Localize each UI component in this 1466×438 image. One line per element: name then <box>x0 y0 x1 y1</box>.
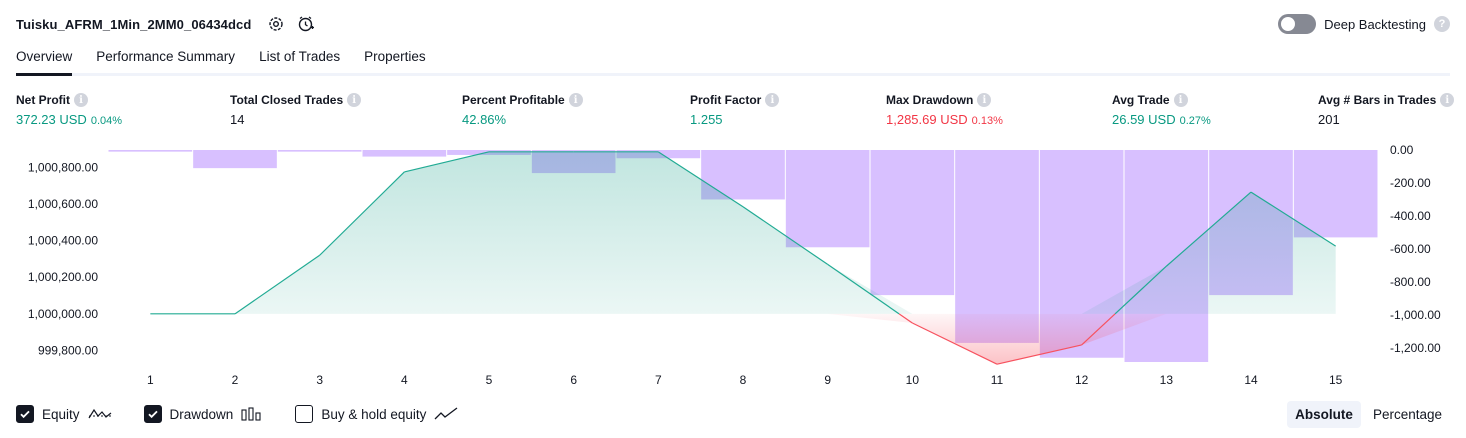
metric-value: 1,285.69 USD <box>886 112 968 127</box>
drawdown-bars-icon <box>241 407 263 421</box>
x-axis-tick: 9 <box>824 373 831 387</box>
left-axis-tick: 1,000,600.00 <box>28 197 98 211</box>
drawdown-checkbox[interactable] <box>143 405 162 423</box>
drawdown-bar-4 <box>362 150 447 157</box>
x-axis-tick: 4 <box>401 373 408 387</box>
tab-properties[interactable]: Properties <box>364 44 426 73</box>
legend-drawdown[interactable]: Drawdown <box>143 405 264 423</box>
x-axis-tick: 10 <box>906 373 920 387</box>
x-axis-tick: 5 <box>486 373 493 387</box>
metric-label: Avg # Bars in Trades <box>1318 93 1437 107</box>
info-icon[interactable]: i <box>977 93 992 107</box>
metric-label: Avg Trade <box>1112 93 1170 107</box>
deep-backtesting-label: Deep Backtesting <box>1324 16 1426 32</box>
buy-hold-line-icon <box>434 407 458 421</box>
drawdown-bar-9 <box>785 150 870 248</box>
scale-mode-switch: Absolute Percentage <box>1287 400 1450 428</box>
metric-label: Max Drawdown <box>886 93 974 107</box>
x-axis-tick: 3 <box>316 373 323 387</box>
report-tabs: Overview Performance Summary List of Tra… <box>16 44 1450 76</box>
x-axis-tick: 6 <box>570 373 577 387</box>
buy-hold-checkbox[interactable] <box>295 405 314 423</box>
x-axis-tick: 12 <box>1075 373 1089 387</box>
buy-hold-label: Buy & hold equity <box>321 406 427 422</box>
settings-gear-icon[interactable] <box>267 15 285 33</box>
x-axis-tick: 13 <box>1160 373 1174 387</box>
info-icon[interactable]: i <box>765 93 780 107</box>
drawdown-bar-15 <box>1293 150 1378 238</box>
tab-overview[interactable]: Overview <box>16 44 73 76</box>
x-axis-tick: 1 <box>147 373 154 387</box>
drawdown-bar-2 <box>193 150 277 169</box>
absolute-button[interactable]: Absolute <box>1287 400 1361 428</box>
deep-backtesting-toggle[interactable] <box>1278 14 1317 34</box>
equity-checkbox[interactable] <box>16 405 34 423</box>
x-axis-tick: 11 <box>991 373 1004 387</box>
equity-line-icon <box>88 407 112 421</box>
right-axis-tick: 0.00 <box>1390 143 1414 157</box>
drawdown-bar-10 <box>870 150 955 296</box>
metric-value: 42.86% <box>462 112 507 127</box>
left-axis-tick: 1,000,000.00 <box>28 307 98 321</box>
left-axis-tick: 1,000,800.00 <box>28 160 98 174</box>
report-header: Tuisku_AFRM_1Min_2MM0_06434dcd Deep Back… <box>16 12 1450 36</box>
metric-net-profit: Net Profit i 372.23 USD 0.04% <box>16 93 122 127</box>
metric-label: Percent Profitable <box>462 93 565 107</box>
drawdown-label: Drawdown <box>169 406 234 422</box>
right-axis-tick: -1,200.00 <box>1390 341 1441 355</box>
add-alert-clock-icon[interactable] <box>297 15 315 33</box>
metric-max-drawdown: Max Drawdown i 1,285.69 USD 0.13% <box>886 93 1003 127</box>
strategy-title: Tuisku_AFRM_1Min_2MM0_06434dcd <box>16 16 252 32</box>
right-axis-tick: -400.00 <box>1390 209 1431 223</box>
left-axis-tick: 999,800.00 <box>38 343 98 357</box>
metric-value: 201 <box>1318 112 1340 127</box>
info-icon[interactable]: i <box>347 93 362 107</box>
metric-value: 14 <box>230 112 245 127</box>
percentage-button[interactable]: Percentage <box>1365 401 1450 428</box>
left-axis-tick: 1,000,200.00 <box>28 270 98 284</box>
right-axis-tick: -200.00 <box>1390 176 1431 190</box>
drawdown-bar-1 <box>108 150 193 152</box>
equity-label: Equity <box>42 406 80 422</box>
left-axis-tick: 1,000,400.00 <box>28 234 98 248</box>
metric-percent: 0.13% <box>971 115 1003 127</box>
metric-label: Net Profit <box>16 93 70 107</box>
x-axis-tick: 7 <box>655 373 662 387</box>
equity-drawdown-chart[interactable]: 1,000,800.00 1,000,600.00 1,000,400.00 1,00… <box>0 138 1466 396</box>
metric-percent-profitable: Percent Profitable i 42.86% <box>462 93 583 127</box>
metric-percent: 0.27% <box>1179 115 1211 127</box>
metric-label: Total Closed Trades <box>230 93 344 107</box>
x-axis-tick: 2 <box>232 373 239 387</box>
info-icon[interactable]: i <box>1440 93 1455 107</box>
metric-label: Profit Factor <box>690 93 762 107</box>
chart-legend-bar: Equity Drawdown Buy & hold equity Absolu… <box>16 400 1450 428</box>
metric-avg-bars-in-trades: Avg # Bars in Trades i 201 <box>1318 93 1455 127</box>
right-axis-tick: -1,000.00 <box>1390 308 1441 322</box>
x-axis-tick: 8 <box>740 373 747 387</box>
right-axis-tick: -800.00 <box>1390 275 1431 289</box>
tab-performance-summary[interactable]: Performance Summary <box>96 44 235 73</box>
metric-profit-factor: Profit Factor i 1.255 <box>690 93 780 127</box>
legend-buy-hold-equity[interactable]: Buy & hold equity <box>295 405 458 423</box>
metric-avg-trade: Avg Trade i 26.59 USD 0.27% <box>1112 93 1211 127</box>
metric-total-closed-trades: Total Closed Trades i 14 <box>230 93 362 127</box>
metrics-row: Net Profit i 372.23 USD 0.04% Total Closed… <box>16 93 1455 133</box>
help-icon[interactable]: ? <box>1434 16 1450 32</box>
tab-list-of-trades[interactable]: List of Trades <box>259 44 340 73</box>
info-icon[interactable]: i <box>568 93 583 107</box>
metric-value: 372.23 USD <box>16 112 87 127</box>
x-axis-tick: 14 <box>1244 373 1258 387</box>
metric-value: 1.255 <box>690 112 723 127</box>
info-icon[interactable]: i <box>1173 93 1188 107</box>
metric-percent: 0.04% <box>90 115 123 127</box>
metric-value: 26.59 USD <box>1112 112 1176 127</box>
right-axis-tick: -600.00 <box>1390 242 1431 256</box>
legend-equity[interactable]: Equity <box>16 405 112 423</box>
drawdown-bar-3 <box>277 150 362 152</box>
info-icon[interactable]: i <box>74 93 88 107</box>
x-axis-tick: 15 <box>1329 373 1343 387</box>
